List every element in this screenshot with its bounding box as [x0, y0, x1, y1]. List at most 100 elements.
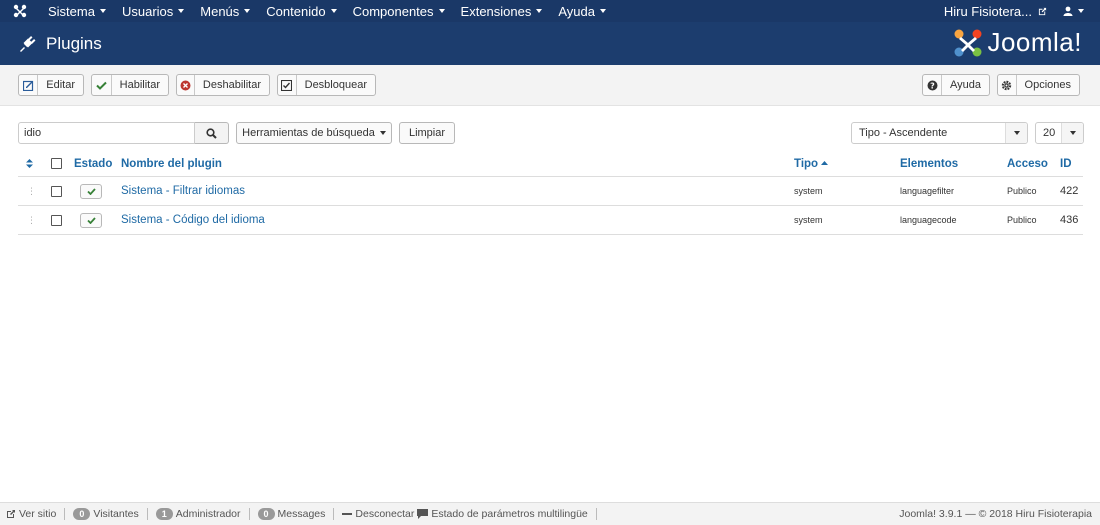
header-access[interactable]: Acceso	[1007, 151, 1048, 176]
drag-handle-icon[interactable]: ⋮	[27, 177, 36, 205]
drag-handle-icon[interactable]: ⋮	[27, 206, 36, 234]
caret-down-icon	[330, 9, 337, 13]
header-element[interactable]: Elementos	[900, 151, 958, 176]
status-toggle[interactable]	[80, 177, 102, 205]
header-status[interactable]: Estado	[74, 151, 112, 176]
unlock-button[interactable]: Desbloquear	[277, 74, 376, 96]
status-toggle[interactable]	[80, 206, 102, 234]
plugin-element: languagecode	[900, 215, 957, 225]
caret-down-icon	[536, 9, 543, 13]
check-icon	[86, 216, 96, 224]
table-row: ⋮ Sistema - Filtrar idiomas system langu…	[18, 177, 1083, 206]
clear-button[interactable]: Limpiar	[399, 122, 455, 144]
menu-componentes[interactable]: Componentes	[345, 0, 453, 22]
header-type[interactable]: Tipo	[794, 151, 829, 176]
page-header: Plugins Joomla!	[0, 22, 1100, 65]
menu-ayuda[interactable]: Ayuda	[550, 0, 614, 22]
search-button[interactable]	[195, 122, 229, 144]
search-group	[18, 122, 229, 144]
divider	[595, 508, 597, 520]
edit-button[interactable]: Editar	[18, 74, 84, 96]
plugin-access: Publico	[1007, 186, 1037, 196]
plugin-access: Publico	[1007, 215, 1037, 225]
edit-icon	[19, 75, 39, 95]
caret-down-icon	[99, 9, 106, 13]
caret-down-icon	[1061, 123, 1083, 143]
multilang-status-link[interactable]: Estado de parámetros multilingüe	[417, 508, 588, 520]
enable-button[interactable]: Habilitar	[91, 74, 169, 96]
cancel-circle-icon	[177, 75, 195, 95]
check-icon	[86, 187, 96, 195]
row-checkbox[interactable]	[51, 177, 62, 205]
select-all-checkbox[interactable]	[51, 151, 62, 176]
caret-down-icon	[1005, 123, 1027, 143]
table-row: ⋮ Sistema - Código del idioma system lan…	[18, 206, 1083, 235]
divider	[333, 508, 335, 520]
external-link-icon	[1038, 7, 1047, 15]
plugin-name-link[interactable]: Sistema - Código del idioma	[121, 206, 265, 234]
messages-link[interactable]: 0 Messages	[257, 508, 325, 520]
joomla-logo-icon	[954, 29, 982, 56]
caret-down-icon	[178, 9, 185, 13]
visitors-status: 0 Visitantes	[73, 508, 139, 520]
row-checkbox[interactable]	[51, 206, 62, 234]
top-nav: Sistema Usuarios Menús Contenido Compone…	[0, 0, 1100, 22]
plugin-element: languagefilter	[900, 186, 955, 196]
user-icon	[1063, 6, 1073, 16]
plugin-id: 436	[1060, 214, 1079, 226]
status-bar: Ver sitio 0 Visitantes 1 Administrador 0…	[0, 502, 1100, 525]
joomla-brand: Joomla!	[953, 27, 1082, 58]
menu-usuarios[interactable]: Usuarios	[114, 0, 192, 22]
caret-down-icon	[244, 9, 251, 13]
ordering-sort-icon[interactable]	[26, 151, 33, 176]
visitors-badge: 0	[73, 508, 91, 520]
menu-menus[interactable]: Menús	[192, 0, 258, 22]
caret-down-icon	[379, 131, 386, 135]
search-tools-button[interactable]: Herramientas de búsqueda	[236, 122, 392, 144]
search-icon	[206, 127, 217, 139]
disable-button[interactable]: Deshabilitar	[176, 74, 270, 96]
external-link-icon	[7, 510, 15, 518]
menu-extensiones[interactable]: Extensiones	[453, 0, 551, 22]
header-name[interactable]: Nombre del plugin	[121, 151, 222, 176]
divider	[146, 508, 148, 520]
plugin-id: 422	[1060, 185, 1079, 197]
admin-status: 1 Administrador	[155, 508, 241, 520]
plugin-type: system	[794, 186, 823, 196]
sort-select[interactable]: Tipo - Ascendente	[851, 122, 1028, 144]
svg-text:?: ?	[930, 81, 935, 90]
caret-down-icon	[1078, 9, 1084, 13]
search-input[interactable]	[18, 122, 195, 144]
menu-contenido[interactable]: Contenido	[258, 0, 344, 22]
admin-badge: 1	[155, 508, 173, 520]
question-icon: ?	[923, 75, 942, 95]
logout-link[interactable]: Desconectar	[342, 508, 414, 520]
copyright: Joomla! 3.9.1 — © 2018 Hiru Fisioterapia	[899, 508, 1092, 520]
messages-badge: 0	[257, 508, 275, 520]
options-button[interactable]: Opciones	[997, 74, 1080, 96]
plugins-table: Estado Nombre del plugin Tipo Elementos …	[18, 151, 1083, 235]
plugin-type: system	[794, 215, 823, 225]
header-id[interactable]: ID	[1060, 151, 1072, 176]
table-header: Estado Nombre del plugin Tipo Elementos …	[18, 151, 1083, 177]
check-icon	[92, 75, 112, 95]
checkbox-icon	[278, 75, 297, 95]
help-button[interactable]: ? Ayuda	[922, 74, 990, 96]
site-user-link[interactable]: Hiru Fisiotera...	[936, 0, 1055, 22]
plugin-icon	[18, 35, 36, 53]
view-site-link[interactable]: Ver sitio	[6, 508, 56, 520]
caret-down-icon	[600, 9, 606, 13]
minus-icon	[342, 513, 353, 515]
menu-sistema[interactable]: Sistema	[40, 0, 114, 22]
caret-down-icon	[438, 9, 445, 13]
divider	[248, 508, 250, 520]
plugin-name-link[interactable]: Sistema - Filtrar idiomas	[121, 177, 245, 205]
divider	[64, 508, 66, 520]
joomla-menu-icon[interactable]	[0, 4, 40, 18]
sort-asc-icon	[821, 161, 829, 165]
gear-icon	[998, 75, 1017, 95]
limit-select[interactable]: 20	[1035, 122, 1084, 144]
user-menu[interactable]	[1055, 0, 1100, 22]
comment-icon	[417, 509, 429, 519]
toolbar: Editar Habilitar Deshabilitar Desbloquea…	[0, 65, 1100, 106]
